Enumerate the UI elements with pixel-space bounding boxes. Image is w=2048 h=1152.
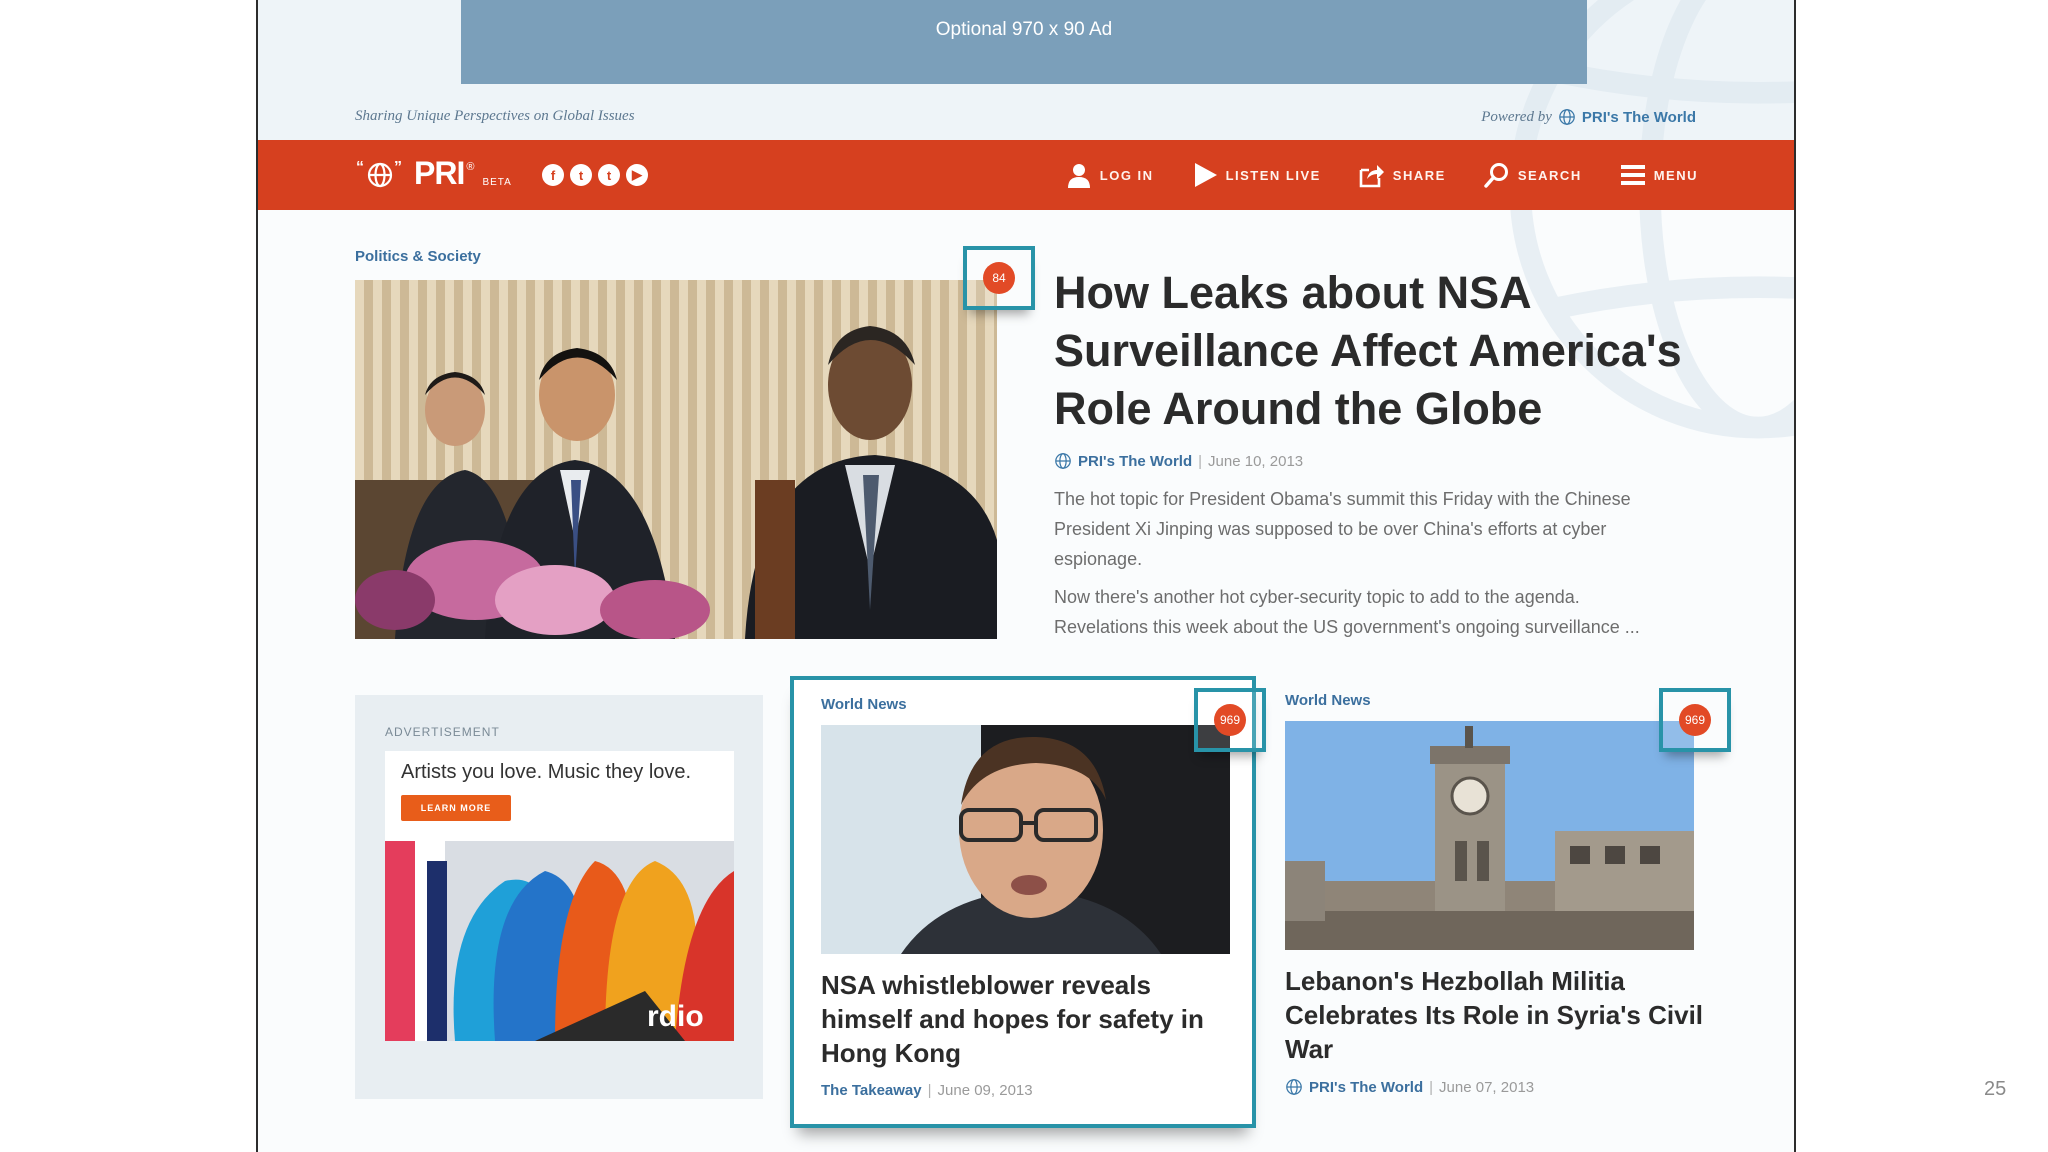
tumblr-icon[interactable]: t: [598, 164, 620, 186]
story-byline: PRI's The World | June 07, 2013: [1285, 1078, 1534, 1096]
share-icon: [1359, 165, 1384, 188]
logo-text: PRI: [414, 155, 465, 191]
featured-summary-2: Now there's another hot cyber-security t…: [1054, 587, 1640, 637]
top-ad-banner[interactable]: Optional 970 x 90 Ad: [461, 0, 1587, 84]
menu-label: MENU: [1653, 167, 1698, 183]
featured-photo: [355, 280, 997, 639]
listen-live-label: LISTEN LIVE: [1225, 167, 1321, 183]
globe-icon: [1559, 109, 1575, 125]
globe-icon: [1286, 1079, 1302, 1095]
logo-registered: ®: [466, 160, 475, 173]
ad-banner-text: Optional 970 x 90 Ad: [935, 19, 1113, 40]
story-card[interactable]: World News NSA whistleblower reveals him…: [790, 676, 1256, 1128]
site-tagline: Sharing Unique Perspectives on Global Is…: [355, 108, 635, 124]
story-comment-count[interactable]: 969: [1659, 688, 1731, 752]
advertisement-box: ADVERTISEMENT Artists you love. Music th…: [355, 695, 763, 1099]
twitter-icon[interactable]: t: [570, 164, 592, 186]
story-byline: The Takeaway | June 09, 2013: [821, 1082, 1033, 1099]
comment-count-badge: 969: [1679, 704, 1711, 736]
byline-separator: |: [1198, 452, 1203, 470]
featured-comment-count[interactable]: 84: [963, 246, 1035, 310]
menu-button[interactable]: MENU: [1620, 162, 1698, 188]
learn-more-button[interactable]: LEARN MORE: [401, 795, 511, 821]
rdio-logo-text: rdio: [647, 1000, 704, 1033]
rdio-ad[interactable]: Artists you love. Music they love. LEARN…: [385, 751, 734, 1041]
comment-count-badge: 84: [983, 262, 1015, 294]
nav-actions: LOG IN LISTEN LIVE SHARE SEARCH MENU: [1066, 162, 1698, 188]
story-category-link[interactable]: World News: [1285, 692, 1371, 709]
search-label: SEARCH: [1517, 167, 1582, 183]
share-button[interactable]: SHARE: [1359, 162, 1446, 188]
featured-headline[interactable]: How Leaks about NSA Surveillance Affect …: [1054, 264, 1714, 438]
featured-summary-1: The hot topic for President Obama's summ…: [1054, 489, 1631, 569]
pri-globe-logo-icon: “ ”: [356, 159, 402, 187]
featured-date: June 10, 2013: [1208, 452, 1304, 470]
play-icon: [1194, 163, 1217, 187]
ad-artwork: rdio: [385, 841, 734, 1041]
ad-tagline: Artists you love. Music they love.: [401, 761, 692, 783]
globe-icon: [1055, 453, 1071, 469]
byline-separator: |: [1429, 1078, 1434, 1096]
slide-number: 25: [1984, 1078, 2007, 1100]
search-icon: [1484, 163, 1508, 188]
story-photo: [1285, 721, 1694, 950]
featured-byline: PRI's The World | June 10, 2013: [1054, 452, 1303, 470]
powered-by-name: PRI's The World: [1581, 108, 1696, 126]
svg-text:“: “: [356, 159, 364, 176]
byline-separator: |: [927, 1082, 932, 1099]
powered-by-prefix: Powered by: [1481, 108, 1552, 125]
story-date: June 09, 2013: [937, 1082, 1033, 1099]
advertisement-label: ADVERTISEMENT: [385, 725, 500, 739]
facebook-icon[interactable]: f: [542, 164, 564, 186]
menu-icon: [1620, 165, 1645, 185]
login-button[interactable]: LOG IN: [1066, 162, 1154, 188]
featured-story-image[interactable]: [355, 280, 997, 639]
share-label: SHARE: [1392, 167, 1446, 183]
youtube-icon[interactable]: ▶: [626, 164, 648, 186]
pri-logo[interactable]: “ ” PRI ® BETA: [354, 155, 512, 192]
story-comment-count[interactable]: 969: [1194, 688, 1266, 752]
logo-beta: BETA: [482, 177, 512, 188]
main-navbar: “ ” PRI ® BETA f t t ▶ LOG IN LISTEN LIV…: [258, 140, 1794, 210]
story-photo: [821, 725, 1230, 954]
user-icon: [1067, 164, 1090, 188]
story-card[interactable]: World News Lebanon's Hezbollah Militia C…: [1258, 676, 1724, 1128]
listen-live-button[interactable]: LISTEN LIVE: [1192, 162, 1321, 188]
story-category-link[interactable]: World News: [821, 696, 907, 713]
story-image[interactable]: [1285, 721, 1694, 950]
featured-category-link[interactable]: Politics & Society: [355, 248, 481, 265]
social-links: f t t ▶: [542, 164, 648, 186]
login-label: LOG IN: [1099, 167, 1154, 183]
story-date: June 07, 2013: [1439, 1078, 1535, 1096]
comment-count-badge: 969: [1214, 704, 1246, 736]
story-source-link[interactable]: PRI's The World: [1309, 1079, 1423, 1096]
powered-by[interactable]: Powered by PRI's The World: [1481, 108, 1696, 126]
story-image[interactable]: [821, 725, 1230, 954]
story-headline[interactable]: Lebanon's Hezbollah Militia Celebrates I…: [1285, 964, 1705, 1066]
featured-source-link[interactable]: PRI's The World: [1078, 453, 1192, 470]
story-source-link[interactable]: The Takeaway: [821, 1082, 922, 1099]
search-button[interactable]: SEARCH: [1484, 162, 1582, 188]
story-headline[interactable]: NSA whistleblower reveals himself and ho…: [821, 968, 1241, 1070]
page: Optional 970 x 90 Ad Sharing Unique Pers…: [256, 0, 1796, 1152]
svg-text:”: ”: [394, 159, 402, 176]
